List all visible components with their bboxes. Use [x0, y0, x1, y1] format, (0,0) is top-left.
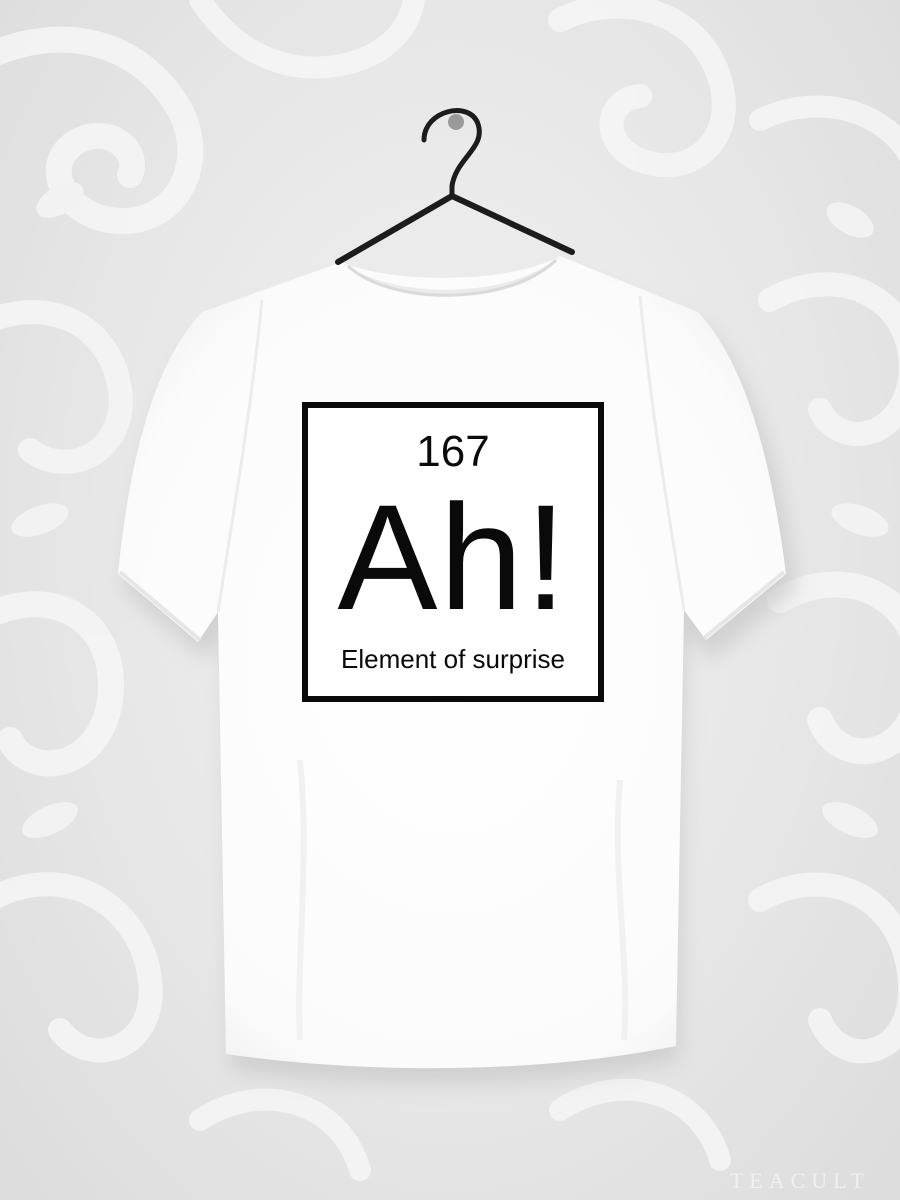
element-number: 167 [416, 427, 490, 476]
product-photo: 167 Ah! Element of surprise TEACULT [0, 0, 900, 1200]
wall-hook-icon [448, 114, 464, 130]
element-name: Element of surprise [341, 644, 565, 674]
brand-watermark: TEACULT [729, 1168, 870, 1193]
element-symbol: Ah! [337, 473, 569, 641]
element-print: 167 Ah! Element of surprise [302, 402, 604, 702]
